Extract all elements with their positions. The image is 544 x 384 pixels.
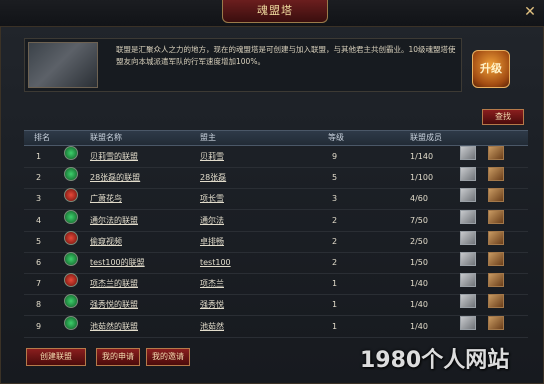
leader-name-link[interactable]: 项杰兰 bbox=[200, 273, 224, 294]
alliance-name-link[interactable]: 通尔法的联盟 bbox=[90, 210, 138, 231]
apply-join-icon[interactable] bbox=[488, 230, 504, 245]
table-row[interactable]: 4 通尔法的联盟 通尔法 2 7/50 bbox=[24, 209, 528, 232]
apply-join-icon[interactable] bbox=[488, 167, 504, 182]
alliance-emblem-icon bbox=[64, 230, 78, 245]
leader-name-link[interactable]: 28张磊 bbox=[200, 167, 226, 188]
table-row[interactable]: 6 test100的联盟 test100 2 1/50 bbox=[24, 252, 528, 274]
alliance-emblem-icon bbox=[64, 252, 78, 266]
apply-join-icon[interactable] bbox=[488, 209, 504, 224]
alliance-emblem-icon bbox=[64, 167, 78, 182]
rank-cell: 1 bbox=[36, 152, 42, 161]
table-row[interactable]: 5 偷窥视频 卓排畅 2 2/50 bbox=[24, 230, 528, 253]
table-row[interactable]: 3 广萧花鸟 项长雪 3 4/60 bbox=[24, 188, 528, 211]
alliance-description: 联盟是汇聚众人之力的地方，现在的魂盟塔是可创建与加入联盟，与其他君主共创霸业。1… bbox=[116, 45, 456, 66]
view-info-icon[interactable] bbox=[460, 146, 476, 160]
view-info-icon[interactable] bbox=[460, 252, 476, 266]
alliance-name-link[interactable]: 项杰兰的联盟 bbox=[90, 273, 138, 294]
members-cell: 1/40 bbox=[410, 321, 428, 331]
level-cell: 9 bbox=[332, 152, 338, 161]
rank-cell: 8 bbox=[36, 300, 42, 310]
rank-cell: 4 bbox=[36, 215, 42, 225]
create-alliance-button[interactable]: 创建联盟 bbox=[26, 348, 86, 366]
tower-thumbnail bbox=[28, 42, 98, 88]
alliance-name-link[interactable]: 贝莉雪的联盟 bbox=[90, 146, 138, 167]
table-row[interactable]: 7 项杰兰的联盟 项杰兰 1 1/40 bbox=[24, 273, 528, 296]
table-row[interactable]: 1 贝莉雪的联盟 贝莉雪 9 1/140 bbox=[24, 146, 528, 168]
alliance-emblem-icon bbox=[64, 315, 78, 330]
level-cell: 1 bbox=[332, 321, 338, 331]
rank-cell: 7 bbox=[36, 279, 42, 289]
leader-name-link[interactable]: test100 bbox=[200, 252, 231, 273]
find-button[interactable]: 查找 bbox=[482, 109, 524, 125]
members-cell: 1/140 bbox=[410, 152, 434, 161]
level-cell: 5 bbox=[332, 173, 338, 183]
view-info-icon[interactable] bbox=[460, 273, 476, 288]
alliance-emblem-icon bbox=[64, 209, 78, 224]
leader-name-link[interactable]: 强秀悦 bbox=[200, 294, 224, 315]
table-header: 排名 联盟名称 盟主 等级 联盟成员 bbox=[24, 130, 528, 146]
rank-cell: 2 bbox=[36, 173, 42, 183]
members-cell: 1/40 bbox=[410, 300, 428, 310]
members-cell: 7/50 bbox=[410, 215, 428, 225]
leader-name-link[interactable]: 贝莉雪 bbox=[200, 146, 224, 167]
level-cell: 2 bbox=[332, 258, 338, 267]
alliance-name-link[interactable]: 广萧花鸟 bbox=[90, 188, 122, 209]
leader-name-link[interactable]: 卓排畅 bbox=[200, 231, 224, 252]
header-level: 等级 bbox=[328, 133, 344, 142]
level-cell: 3 bbox=[332, 194, 338, 204]
alliance-name-link[interactable]: 28张磊的联盟 bbox=[90, 167, 140, 188]
leader-name-link[interactable]: 项长雪 bbox=[200, 188, 224, 209]
view-info-icon[interactable] bbox=[460, 230, 476, 245]
alliance-name-link[interactable]: test100的联盟 bbox=[90, 252, 145, 273]
members-cell: 1/50 bbox=[410, 258, 428, 267]
alliance-name-link[interactable]: 池茹然的联盟 bbox=[90, 316, 138, 337]
rank-cell: 6 bbox=[36, 258, 42, 267]
view-info-icon[interactable] bbox=[460, 167, 476, 182]
level-cell: 1 bbox=[332, 300, 338, 310]
my-invitations-button[interactable]: 我的邀请 bbox=[146, 348, 190, 366]
window-title: 魂盟塔 bbox=[222, 0, 328, 23]
alliance-name-link[interactable]: 强秀悦的联盟 bbox=[90, 294, 138, 315]
level-cell: 2 bbox=[332, 215, 338, 225]
view-info-icon[interactable] bbox=[460, 294, 476, 309]
view-info-icon[interactable] bbox=[460, 188, 476, 203]
header-rank: 排名 bbox=[34, 133, 50, 142]
rank-cell: 5 bbox=[36, 236, 42, 246]
close-icon[interactable]: ✕ bbox=[522, 4, 538, 20]
apply-join-icon[interactable] bbox=[488, 294, 504, 309]
level-cell: 2 bbox=[332, 236, 338, 246]
leader-name-link[interactable]: 池茹然 bbox=[200, 316, 224, 337]
members-cell: 2/50 bbox=[410, 236, 428, 246]
rank-cell: 9 bbox=[36, 321, 42, 331]
alliance-name-link[interactable]: 偷窥视频 bbox=[90, 231, 122, 252]
members-cell: 1/100 bbox=[410, 173, 434, 183]
title-bar: 魂盟塔 ✕ bbox=[0, 0, 544, 27]
table-row[interactable]: 8 强秀悦的联盟 强秀悦 1 1/40 bbox=[24, 294, 528, 317]
rank-cell: 3 bbox=[36, 194, 42, 204]
members-cell: 1/40 bbox=[410, 279, 428, 289]
members-cell: 4/60 bbox=[410, 194, 428, 204]
table-row[interactable]: 9 池茹然的联盟 池茹然 1 1/40 bbox=[24, 315, 528, 338]
site-watermark: 1980个人网站 bbox=[360, 348, 510, 373]
header-members: 联盟成员 bbox=[410, 133, 442, 142]
alliance-emblem-icon bbox=[64, 294, 78, 309]
view-info-icon[interactable] bbox=[460, 209, 476, 224]
level-cell: 1 bbox=[332, 279, 338, 289]
apply-join-icon[interactable] bbox=[488, 252, 504, 266]
header-leader: 盟主 bbox=[200, 133, 216, 142]
leader-name-link[interactable]: 通尔法 bbox=[200, 210, 224, 231]
alliance-emblem-icon bbox=[64, 188, 78, 203]
apply-join-icon[interactable] bbox=[488, 315, 504, 330]
apply-join-icon[interactable] bbox=[488, 146, 504, 160]
header-name: 联盟名称 bbox=[90, 133, 122, 142]
alliance-emblem-icon bbox=[64, 146, 78, 160]
upgrade-button[interactable]: 升级 bbox=[472, 50, 510, 88]
view-info-icon[interactable] bbox=[460, 315, 476, 330]
table-row[interactable]: 2 28张磊的联盟 28张磊 5 1/100 bbox=[24, 167, 528, 190]
apply-join-icon[interactable] bbox=[488, 273, 504, 288]
my-applications-button[interactable]: 我的申请 bbox=[96, 348, 140, 366]
apply-join-icon[interactable] bbox=[488, 188, 504, 203]
alliance-emblem-icon bbox=[64, 273, 78, 288]
